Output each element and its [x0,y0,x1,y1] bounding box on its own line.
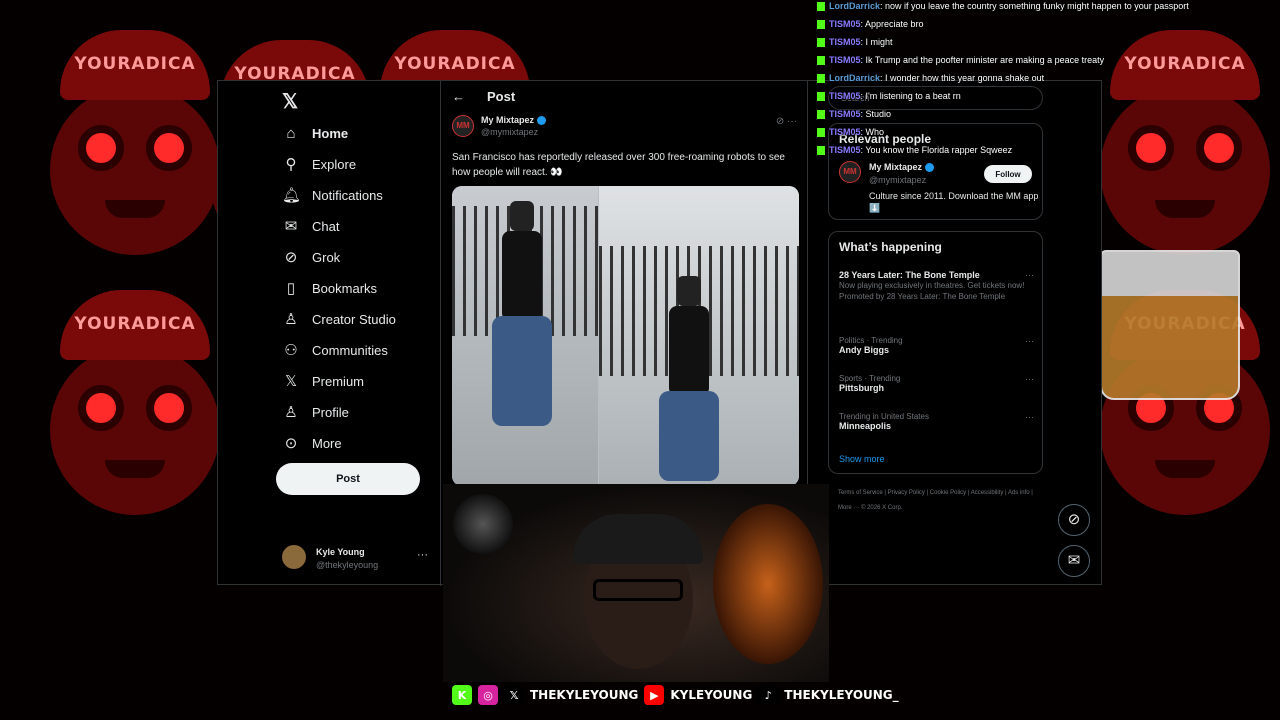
back-arrow-icon[interactable]: ← [452,89,465,104]
show-more-link[interactable]: Show more [839,454,885,464]
card-title: What’s happening [839,240,942,254]
communities-icon: ⚇ [284,342,298,359]
chat-message: TISM05: Ik Trump and the poofter ministe… [817,54,1277,72]
trend-item[interactable]: Sports · Trending Pittsburgh ··· [839,374,1034,393]
left-navigation: 𝕏 ⌂ Home ⚲ Explore 🔔︎ Notifications ✉ Chat ⊘… [218,81,441,586]
whats-happening-card: What’s happening 28 Years Later: The Bon… [828,231,1043,474]
more-dots-icon[interactable]: ··· [1025,270,1034,280]
grok-icon: ⊘ [284,249,298,266]
nav-bookmarks[interactable]: ▯ Bookmarks [282,274,377,302]
more-dots-icon[interactable]: ··· [1025,374,1034,384]
more-dots-icon[interactable]: ··· [417,549,428,561]
more-circle-icon: ⊙ [284,435,298,452]
kick-badge-icon [817,74,825,84]
messages-fab-icon[interactable]: ✉ [1058,545,1090,577]
profile-icon: ♙ [284,404,298,421]
chat-message: TISM05: You know the Florida rapper Sqwe… [817,144,1277,162]
nav-creator-studio[interactable]: ♙ Creator Studio [282,305,396,333]
account-handle: @thekyleyoung [316,560,379,570]
kick-icon: K [452,685,472,705]
tiktok-icon: ♪ [758,685,779,705]
nav-home[interactable]: ⌂ Home [282,119,348,147]
media-image-left [452,186,598,486]
trend-item[interactable]: 28 Years Later: The Bone Temple Now play… [839,270,1034,301]
chat-message: LordDarrick: now if you leave the countr… [817,0,1277,18]
bookmark-icon: ▯ [286,280,296,297]
verified-badge-icon [925,163,935,173]
relevant-handle[interactable]: @mymixtapez [869,175,926,185]
grok-fab-icon[interactable]: ⊘ [1058,504,1090,536]
envelope-icon: ✉ [284,218,298,235]
author-name[interactable]: My Mixtapez [481,115,547,126]
nav-communities[interactable]: ⚇ Communities [282,336,388,364]
account-name: Kyle Young [316,547,365,557]
kick-badge-icon [817,2,825,12]
chat-message: TISM05: I might [817,36,1277,54]
kick-badge-icon [817,56,825,66]
trend-item[interactable]: Politics · Trending Andy Biggs ··· [839,336,1034,355]
post-button[interactable]: Post [276,463,420,495]
nav-grok[interactable]: ⊘ Grok [282,243,340,271]
kick-badge-icon [817,110,825,120]
creator-icon: ♙ [284,311,298,328]
webcam-feed [443,484,829,682]
author-avatar[interactable]: MM [452,115,474,137]
stream-chat: LordDarrick: now if you leave the countr… [817,0,1277,162]
search-icon: ⚲ [285,156,297,173]
nav-premium[interactable]: 𝕏 Premium [282,367,364,395]
kick-badge-icon [817,146,825,156]
nav-explore[interactable]: ⚲ Explore [282,150,357,178]
kick-badge-icon [817,20,825,30]
x-logo-icon[interactable]: 𝕏 [282,89,298,114]
x-handle: THEKYLEYOUNG [530,688,639,702]
post-media[interactable] [452,186,799,486]
kick-badge-icon [817,38,825,48]
post-tools[interactable]: ⊘ ··· [776,116,797,127]
chat-message: TISM05: Studio [817,108,1277,126]
relevant-bio: Culture since 2011. Download the MM app … [869,191,1039,213]
home-icon: ⌂ [286,124,296,142]
media-image-right [599,186,799,486]
post-text: San Francisco has reportedly released ov… [452,152,785,178]
more-dots-icon[interactable]: ··· [1025,336,1034,346]
avatar [282,545,306,569]
whiskey-glass-graphic [1100,250,1240,400]
socials-bar: K ◎ 𝕏 THEKYLEYOUNG ▶ KYLEYOUNG ♪ THEKYLE… [452,684,899,706]
chat-message: LordDarrick: I wonder how this year gonn… [817,72,1277,90]
author-handle[interactable]: @mymixtapez [481,127,538,137]
avatar[interactable]: MM [839,161,861,183]
x-premium-icon: 𝕏 [284,373,298,390]
youtube-handle: KYLEYOUNG [670,688,753,702]
kick-badge-icon [817,128,825,138]
more-dots-icon[interactable]: ··· [1025,412,1034,422]
kick-badge-icon [817,92,825,102]
relevant-name[interactable]: My Mixtapez [869,162,935,173]
chat-message: TISM05: Who [817,126,1277,144]
nav-notifications[interactable]: 🔔︎ Notifications [282,181,383,209]
x-icon: 𝕏 [504,685,524,705]
tiktok-handle: THEKYLEYOUNG_ [784,688,899,702]
post-header: ← Post [452,89,515,104]
page-title: Post [487,89,516,104]
footer-links[interactable]: Terms of Service | Privacy Policy | Cook… [838,486,1043,516]
trend-item[interactable]: Trending in United States Minneapolis ··… [839,412,1034,431]
chat-message: TISM05: I'm listening to a beat rn [817,90,1277,108]
follow-button[interactable]: Follow [984,165,1032,183]
nav-chat[interactable]: ✉ Chat [282,212,340,240]
bell-icon: 🔔︎ [282,187,302,204]
chat-message: TISM05: Appreciate bro [817,18,1277,36]
youtube-icon: ▶ [644,685,665,705]
verified-badge-icon [537,116,547,126]
nav-more[interactable]: ⊙ More [282,429,342,457]
mascot-graphic: YOURADICA [40,290,230,520]
instagram-icon: ◎ [478,685,498,705]
nav-profile[interactable]: ♙ Profile [282,398,349,426]
account-switcher[interactable]: Kyle Young @thekyleyoung ··· [282,543,432,575]
